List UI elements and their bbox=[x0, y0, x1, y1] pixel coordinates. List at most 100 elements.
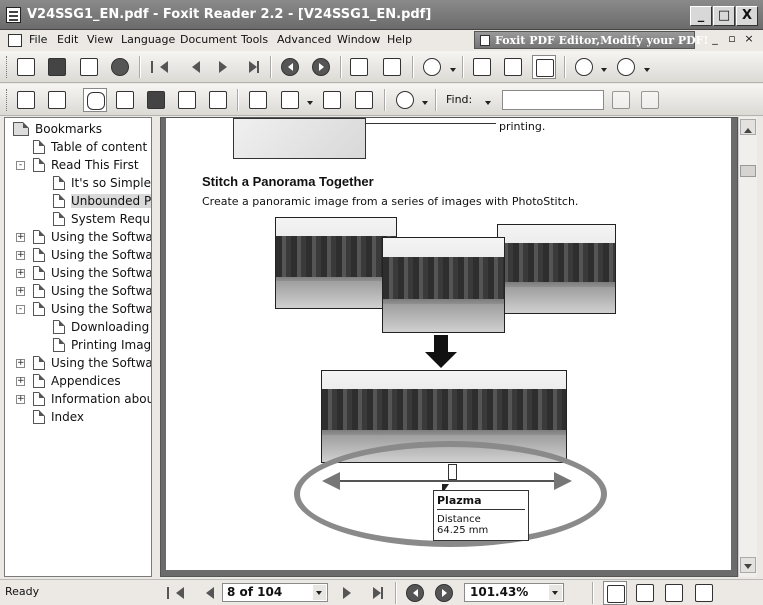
find-previous-button[interactable] bbox=[609, 88, 633, 112]
status-next-page-button[interactable] bbox=[334, 581, 358, 605]
page-number-field[interactable]: 8 of 104 bbox=[222, 583, 328, 602]
text-size-button[interactable] bbox=[320, 88, 344, 112]
bookmark-item[interactable]: Downloading bbox=[53, 318, 149, 336]
tree-expander[interactable]: + bbox=[16, 395, 25, 404]
facing-view-button[interactable] bbox=[662, 581, 686, 605]
tree-expander[interactable]: + bbox=[16, 287, 25, 296]
tree-expander[interactable]: + bbox=[16, 359, 25, 368]
zoom-in-dropdown[interactable] bbox=[643, 65, 651, 75]
tree-expander[interactable]: + bbox=[16, 233, 25, 242]
bookmark-item[interactable]: Index bbox=[33, 408, 84, 426]
bookmarks-panel-button[interactable] bbox=[14, 88, 38, 112]
zoom-level-field[interactable]: 101.43% bbox=[464, 583, 564, 602]
toolbar-grip[interactable] bbox=[6, 89, 9, 111]
find-next-button[interactable] bbox=[638, 88, 662, 112]
last-page-button[interactable] bbox=[240, 55, 264, 79]
previous-page-button[interactable] bbox=[178, 55, 202, 79]
doc-restore-button[interactable]: ▫ bbox=[725, 32, 739, 47]
status-previous-page-button[interactable] bbox=[192, 581, 216, 605]
snapshot-button[interactable] bbox=[206, 88, 230, 112]
next-page-button[interactable] bbox=[210, 55, 234, 79]
actual-size-button[interactable] bbox=[470, 55, 494, 79]
find-tool-button[interactable] bbox=[144, 88, 168, 112]
bookmark-item[interactable]: Using the Softwa bbox=[33, 282, 151, 300]
full-screen-button[interactable] bbox=[45, 88, 69, 112]
email-button[interactable] bbox=[108, 55, 132, 79]
zoom-in-tool-button[interactable] bbox=[420, 55, 444, 79]
zoom-out-button[interactable] bbox=[572, 55, 596, 79]
print-button[interactable] bbox=[77, 55, 101, 79]
menu-tools[interactable]: Tools bbox=[241, 33, 268, 46]
zoom-tool-dropdown[interactable] bbox=[449, 65, 457, 75]
scroll-thumb[interactable] bbox=[740, 165, 756, 177]
bookmark-item[interactable]: Table of content bbox=[33, 138, 147, 156]
info-button[interactable] bbox=[393, 88, 417, 112]
menu-window[interactable]: Window bbox=[337, 33, 380, 46]
vertical-scrollbar[interactable] bbox=[738, 117, 757, 577]
find-options-dropdown[interactable] bbox=[484, 98, 492, 108]
menu-document[interactable]: Document bbox=[180, 33, 237, 46]
bookmark-item[interactable]: Printing Image bbox=[53, 336, 151, 354]
comment-button[interactable] bbox=[352, 88, 376, 112]
save-button[interactable] bbox=[45, 55, 69, 79]
tree-expander[interactable]: + bbox=[16, 251, 25, 260]
back-button[interactable] bbox=[278, 55, 302, 79]
minimize-button[interactable]: _ bbox=[690, 6, 712, 26]
fit-width-button[interactable] bbox=[532, 55, 556, 79]
foxit-editor-ad-banner[interactable]: Foxit PDF Editor,Modify your PDF! bbox=[474, 31, 708, 49]
scroll-up-button[interactable] bbox=[740, 119, 756, 135]
rotate-right-button[interactable] bbox=[380, 55, 404, 79]
tree-expander[interactable]: + bbox=[16, 269, 25, 278]
bookmark-item[interactable]: Read This First bbox=[33, 156, 139, 174]
status-first-page-button[interactable] bbox=[162, 581, 186, 605]
note-tool-button[interactable] bbox=[246, 88, 270, 112]
menu-help[interactable]: Help bbox=[387, 33, 412, 46]
scroll-down-button[interactable] bbox=[740, 557, 756, 573]
fit-page-button[interactable] bbox=[501, 55, 525, 79]
open-button[interactable] bbox=[14, 55, 38, 79]
doc-close-button[interactable]: × bbox=[742, 32, 756, 47]
bookmark-item[interactable]: Using the Softwa bbox=[33, 300, 151, 318]
zoom-dropdown-arrow[interactable] bbox=[549, 585, 562, 600]
continuous-facing-view-button[interactable] bbox=[692, 581, 716, 605]
toolbar-grip[interactable] bbox=[6, 56, 9, 78]
status-forward-button[interactable] bbox=[432, 581, 456, 605]
bookmark-item[interactable]: Using the Softwa bbox=[33, 246, 151, 264]
maximize-button[interactable]: □ bbox=[713, 6, 735, 26]
bookmark-item[interactable]: Information abou bbox=[33, 390, 151, 408]
rotate-left-button[interactable] bbox=[347, 55, 371, 79]
status-last-page-button[interactable] bbox=[364, 581, 388, 605]
bookmark-item[interactable]: Unbounded P bbox=[53, 192, 151, 210]
zoom-out-dropdown[interactable] bbox=[600, 65, 608, 75]
single-page-view-button[interactable] bbox=[603, 581, 627, 605]
tree-expander[interactable]: - bbox=[16, 305, 25, 314]
continuous-view-button[interactable] bbox=[633, 581, 657, 605]
bookmark-item[interactable]: System Requi bbox=[53, 210, 151, 228]
first-page-button[interactable] bbox=[146, 55, 170, 79]
measure-handle[interactable] bbox=[448, 464, 457, 480]
forward-button[interactable] bbox=[309, 55, 333, 79]
bookmark-item[interactable]: Appendices bbox=[33, 372, 121, 390]
menu-edit[interactable]: Edit bbox=[57, 33, 78, 46]
panel-splitter[interactable] bbox=[152, 117, 160, 577]
menu-view[interactable]: View bbox=[87, 33, 113, 46]
text-markup-dropdown[interactable] bbox=[306, 98, 314, 108]
bookmark-item[interactable]: Using the Softwa bbox=[33, 228, 151, 246]
page-dropdown-arrow[interactable] bbox=[313, 585, 326, 600]
doc-minimize-button[interactable]: _ bbox=[708, 32, 722, 47]
status-back-button[interactable] bbox=[403, 581, 427, 605]
hand-tool-button[interactable] bbox=[83, 88, 107, 112]
zoom-in-button[interactable] bbox=[614, 55, 638, 79]
select-text-button[interactable] bbox=[113, 88, 137, 112]
info-dropdown[interactable] bbox=[421, 98, 429, 108]
document-view[interactable]: printing. Stitch a Panorama Together Cre… bbox=[160, 117, 738, 577]
find-input[interactable] bbox=[502, 90, 604, 110]
text-markup-button[interactable] bbox=[278, 88, 302, 112]
menu-language[interactable]: Language bbox=[121, 33, 175, 46]
bookmark-item[interactable]: Bookmarks bbox=[13, 120, 102, 138]
tree-expander[interactable]: + bbox=[16, 377, 25, 386]
tree-expander[interactable]: - bbox=[16, 161, 25, 170]
bookmark-item[interactable]: Using the Softwa bbox=[33, 264, 151, 282]
bookmark-item[interactable]: It's so Simple! bbox=[53, 174, 151, 192]
menu-file[interactable]: File bbox=[29, 33, 47, 46]
